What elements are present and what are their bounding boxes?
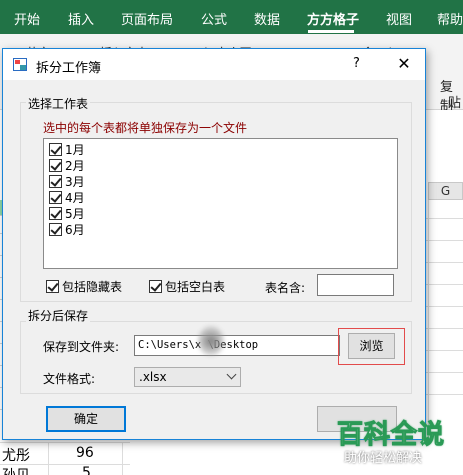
list-item[interactable]: 4月 [49, 189, 85, 205]
list-item[interactable]: 1月 [49, 141, 85, 157]
checkbox-checked[interactable] [49, 190, 62, 204]
help-button[interactable]: ? [353, 56, 360, 71]
list-item[interactable]: 2月 [49, 157, 85, 173]
gridline [426, 372, 463, 373]
file-format-select[interactable]: .xlsx [134, 367, 241, 387]
watermark-subtitle: 助你轻松解决 [344, 451, 423, 466]
tab-help[interactable]: 帮助 [437, 9, 463, 28]
gridline [426, 284, 463, 285]
active-tab-underline [308, 30, 354, 33]
gridline [426, 394, 463, 395]
ok-button[interactable]: 确定 [46, 406, 126, 432]
dialog-title: 拆分工作簿 [36, 61, 102, 76]
cell-value[interactable]: 96 [76, 445, 94, 461]
save-to-label: 保存到文件夹: [43, 340, 120, 354]
checkbox-checked[interactable] [49, 174, 62, 188]
checkbox-checked[interactable] [49, 206, 62, 220]
gridline [426, 218, 463, 219]
dialog-titlebar[interactable]: 拆分工作簿 ? ✕ [3, 49, 425, 80]
checkbox-checked[interactable] [149, 280, 162, 293]
gridline [48, 442, 49, 475]
watermark-logo: 百科全说 [336, 420, 446, 451]
file-format-label: 文件格式: [43, 372, 96, 386]
split-workbook-dialog: 拆分工作簿 ? ✕ 选择工作表 选中的每个表都将单独保存为一个文件 1月 2月 … [2, 48, 426, 440]
tab-formulas[interactable]: 公式 [201, 9, 227, 28]
checkbox-checked[interactable] [46, 280, 59, 293]
close-icon[interactable]: ✕ [389, 52, 419, 76]
tab-view[interactable]: 视图 [386, 9, 412, 28]
gridline [426, 328, 463, 329]
select-sheets-title: 选择工作表 [26, 95, 91, 112]
browse-button[interactable]: 浏览 [348, 333, 395, 359]
table-name-label: 表名含: [265, 281, 306, 295]
redaction-blur [198, 326, 224, 356]
table-name-input[interactable] [317, 274, 394, 296]
ribbon-paste-label[interactable]: 贴 [448, 92, 461, 111]
gridline [426, 350, 463, 351]
gridline [426, 240, 463, 241]
tab-page-layout[interactable]: 页面布局 [121, 9, 173, 28]
file-format-value: .xlsx [139, 370, 167, 384]
gridline [426, 306, 463, 307]
sheet-listbox[interactable]: 1月 2月 3月 4月 5月 6月 [43, 138, 398, 269]
tab-fangfang[interactable]: 方方格子 [307, 9, 359, 28]
gridline [428, 200, 429, 440]
app-icon [13, 58, 27, 71]
tab-home[interactable]: 开始 [14, 9, 40, 28]
include-blank-option[interactable]: 包括空白表 [149, 278, 225, 295]
cell-name[interactable]: 尤彤 [2, 445, 30, 465]
cell-value[interactable]: 5 [82, 465, 91, 475]
include-hidden-option[interactable]: 包括隐藏表 [46, 278, 122, 295]
column-header-g[interactable]: G [428, 182, 463, 200]
checkbox-checked[interactable] [49, 158, 62, 172]
gridline [0, 442, 130, 443]
save-group-title: 拆分后保存 [26, 307, 91, 324]
chevron-down-icon [226, 369, 237, 380]
list-item[interactable]: 5月 [49, 205, 85, 221]
tab-insert[interactable]: 插入 [68, 9, 94, 28]
list-item[interactable]: 6月 [49, 221, 85, 237]
gridline [426, 262, 463, 263]
list-item[interactable]: 3月 [49, 173, 85, 189]
checkbox-checked[interactable] [49, 142, 62, 156]
save-path-input[interactable]: C:\Users\x \Desktop [134, 335, 340, 356]
cell-name[interactable]: 孙贝 [2, 465, 30, 475]
ribbon-tab-bar: 开始 插入 页面布局 公式 数据 方方格子 视图 帮助 [0, 0, 463, 34]
checkbox-checked[interactable] [49, 222, 62, 236]
gridline [122, 442, 123, 475]
tab-data[interactable]: 数据 [254, 9, 280, 28]
hint-text: 选中的每个表都将单独保存为一个文件 [43, 121, 248, 135]
